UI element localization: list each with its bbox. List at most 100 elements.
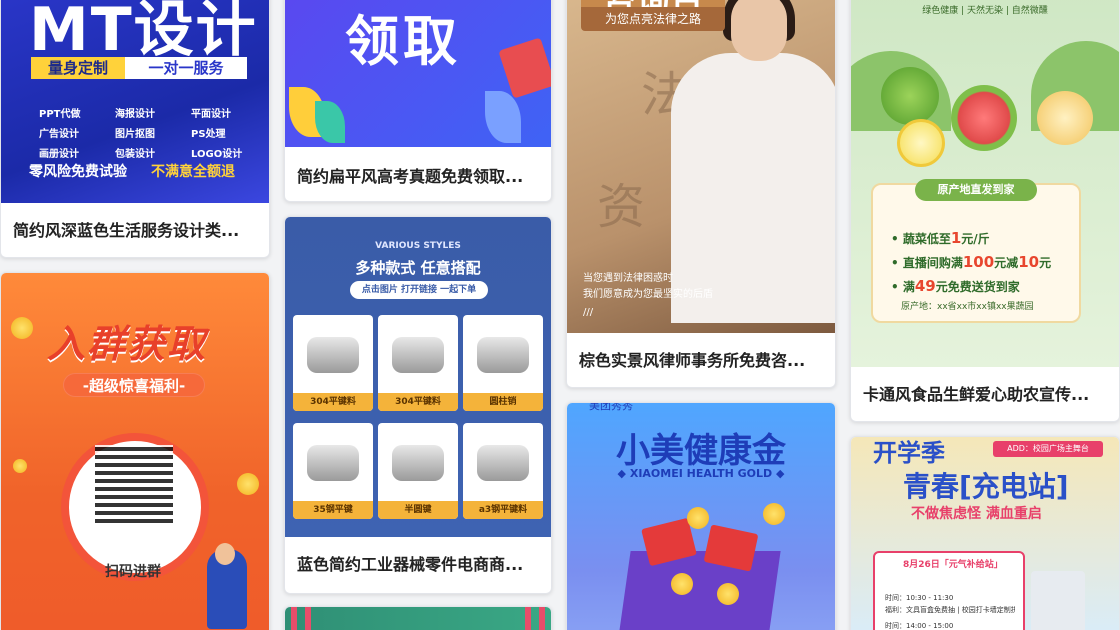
schedule-date: 8月26日「元气补给站」: [903, 560, 1003, 570]
stripe-decoration: [525, 607, 531, 630]
product-image: [307, 337, 359, 373]
poster-thumbnail[interactable]: 绿色健康 | 天然无染 | 自然微醺 原产地直发到家 • 蔬菜低至1元/斤 • …: [851, 0, 1119, 367]
poster-subtitle: ◆ XIAOMEI HEALTH GOLD ◆: [617, 467, 785, 480]
qr-code-icon: [95, 445, 173, 523]
schedule-row: 时间：10:30 - 11:30: [885, 594, 954, 602]
service-item: PS处理: [191, 129, 226, 140]
service-item: 平面设计: [191, 109, 231, 120]
poster-text: 我们愿意成为您最坚实的后盾: [583, 289, 713, 300]
poster-headline: 入群获取: [47, 322, 208, 366]
person-head: [215, 543, 235, 565]
card-title[interactable]: 棕色实景风律师事务所免费咨...: [579, 347, 823, 371]
stripe-decoration: [291, 607, 297, 630]
panel-title: 原产地直发到家: [915, 179, 1037, 201]
product-label: 304平键料: [293, 393, 373, 411]
product-tile: 半圆键: [378, 423, 458, 519]
poster-mark: ///: [583, 307, 594, 318]
guava-icon: [951, 85, 1017, 151]
brand-label: 美团秀秀: [589, 403, 633, 412]
poster-subtitle: 为您点亮法律之路: [581, 7, 725, 31]
poster-thumbnail[interactable]: 入群获取 -超级惊喜福利- 扫码进群: [1, 273, 269, 630]
schedule-row: 福利：文具盲盒免费抽 | 校园打卡墙定制拼图: [885, 606, 1015, 614]
promo-line: • 蔬菜低至1元/斤: [891, 229, 990, 247]
template-card-industrial-parts[interactable]: VARIOUS STYLES 多种款式 任意搭配 点击图片 打开链接 一起下单 …: [284, 216, 552, 594]
origin-label: 原产地：xx省xx市xx镇xx果蔬园: [901, 302, 1034, 312]
poster-thumbnail[interactable]: 美团秀秀 小美健康金 ◆ XIAOMEI HEALTH GOLD ◆: [567, 403, 835, 630]
coin-icon: [687, 507, 709, 529]
poster-text: 当您遇到法律困惑时: [583, 273, 673, 284]
lemon-slice-icon: [897, 119, 945, 167]
poster-thumbnail[interactable]: 开学季 ADD：校园广场主舞台 青春[充电站] 不做焦虑怪 满血重启 8月26日…: [851, 437, 1119, 630]
poster-tagline: 绿色健康 | 天然无染 | 自然微醺: [922, 6, 1048, 16]
product-tile: 304平键料: [293, 315, 373, 411]
poster-tag: 量身定制: [31, 57, 125, 79]
coin-icon: [11, 317, 33, 339]
poster-headline: 开学季: [873, 439, 945, 467]
poster-thumbnail[interactable]: [285, 607, 551, 630]
lawyer-photo: [671, 0, 835, 323]
template-card-partial[interactable]: [284, 606, 552, 630]
service-item: 图片抠图: [115, 129, 155, 140]
card-title[interactable]: 简约扁平风高考真题免费领取...: [297, 163, 539, 187]
product-tile: 35钢平键: [293, 423, 373, 519]
service-item: 包装设计: [115, 149, 155, 160]
coin-icon: [13, 459, 27, 473]
lime-icon: [881, 67, 939, 125]
poster-thumbnail[interactable]: MT设计 量身定制 一对一服务 PPT代做 海报设计 平面设计 广告设计 图片抠…: [1, 0, 269, 203]
product-label: 304平键料: [378, 393, 458, 411]
service-item: 画册设计: [39, 149, 79, 160]
template-card-blue-design[interactable]: MT设计 量身定制 一对一服务 PPT代做 海报设计 平面设计 广告设计 图片抠…: [0, 0, 270, 258]
product-image: [477, 337, 529, 373]
stripe-decoration: [305, 607, 311, 630]
template-card-join-group[interactable]: 入群获取 -超级惊喜福利- 扫码进群: [0, 272, 270, 630]
calligraphy-text: 资: [597, 179, 646, 235]
template-card-law-firm[interactable]: 法 资 询 咨询台 为您点亮法律之路 当您遇到法律困惑时 我们愿意成为您最坚实的…: [566, 0, 836, 388]
template-card-exam-free[interactable]: 领取 简约扁平风高考真题免费领取...: [284, 0, 552, 202]
service-item: 广告设计: [39, 129, 79, 140]
poster-subtitle: VARIOUS STYLES: [375, 241, 461, 251]
promo-line: • 直播间购满100元减10元: [891, 253, 1052, 271]
service-item: 海报设计: [115, 109, 155, 120]
pear-icon: [1037, 91, 1093, 145]
product-image: [477, 445, 529, 481]
template-card-fruit-farm[interactable]: 绿色健康 | 天然无染 | 自然微醺 原产地直发到家 • 蔬菜低至1元/斤 • …: [850, 0, 1120, 422]
poster-thumbnail[interactable]: 法 资 询 咨询台 为您点亮法律之路 当您遇到法律困惑时 我们愿意成为您最坚实的…: [567, 0, 835, 333]
poster-title: 多种款式 任意搭配: [355, 259, 481, 277]
stripe-decoration: [539, 607, 545, 630]
product-image: [392, 337, 444, 373]
gift-box-illustration: [619, 551, 781, 630]
card-title[interactable]: 卡通风食品生鲜爱心助农宣传...: [863, 381, 1107, 405]
card-title[interactable]: 简约风深蓝色生活服务设计类...: [13, 217, 257, 241]
schedule-row: 时间：14:00 - 15:00: [885, 622, 954, 630]
template-card-health-gold[interactable]: 美团秀秀 小美健康金 ◆ XIAOMEI HEALTH GOLD ◆: [566, 402, 836, 630]
poster-banner: 零风险免费试验: [29, 164, 127, 180]
coin-icon: [763, 503, 785, 525]
tote-bag-illustration: [1031, 571, 1085, 630]
product-image: [307, 445, 359, 481]
product-label: 半圆键: [378, 501, 458, 519]
poster-button: 点击图片 打开链接 一起下单: [350, 281, 488, 299]
product-label: a3钢平键料: [463, 501, 543, 519]
product-label: 35钢平键: [293, 501, 373, 519]
leaf-decoration: [485, 91, 521, 143]
card-title[interactable]: 蓝色简约工业器械零件电商商...: [297, 551, 539, 575]
poster-thumbnail[interactable]: VARIOUS STYLES 多种款式 任意搭配 点击图片 打开链接 一起下单 …: [285, 217, 551, 537]
coin-icon: [237, 473, 259, 495]
poster-tag: 一对一服务: [125, 57, 247, 79]
poster-headline: 小美健康金: [616, 431, 786, 471]
poster-pill: -超级惊喜福利-: [63, 373, 205, 397]
poster-banner: 不满意全额退: [151, 164, 235, 180]
person-face: [731, 0, 787, 61]
service-item: LOGO设计: [191, 149, 243, 160]
product-tile: a3钢平键料: [463, 423, 543, 519]
poster-subheadline: 青春[充电站]: [903, 470, 1069, 503]
poster-thumbnail[interactable]: 领取: [285, 0, 551, 147]
product-label: 圆柱销: [463, 393, 543, 411]
poster-headline: 领取: [345, 10, 461, 73]
address-tag: ADD：校园广场主舞台: [993, 441, 1103, 457]
coin-icon: [671, 573, 693, 595]
template-card-back-to-school[interactable]: 开学季 ADD：校园广场主舞台 青春[充电站] 不做焦虑怪 满血重启 8月26日…: [850, 436, 1120, 630]
promo-line: • 满49元免费送货到家: [891, 277, 1020, 295]
product-tile: 304平键料: [378, 315, 458, 411]
person-body: [671, 53, 835, 323]
